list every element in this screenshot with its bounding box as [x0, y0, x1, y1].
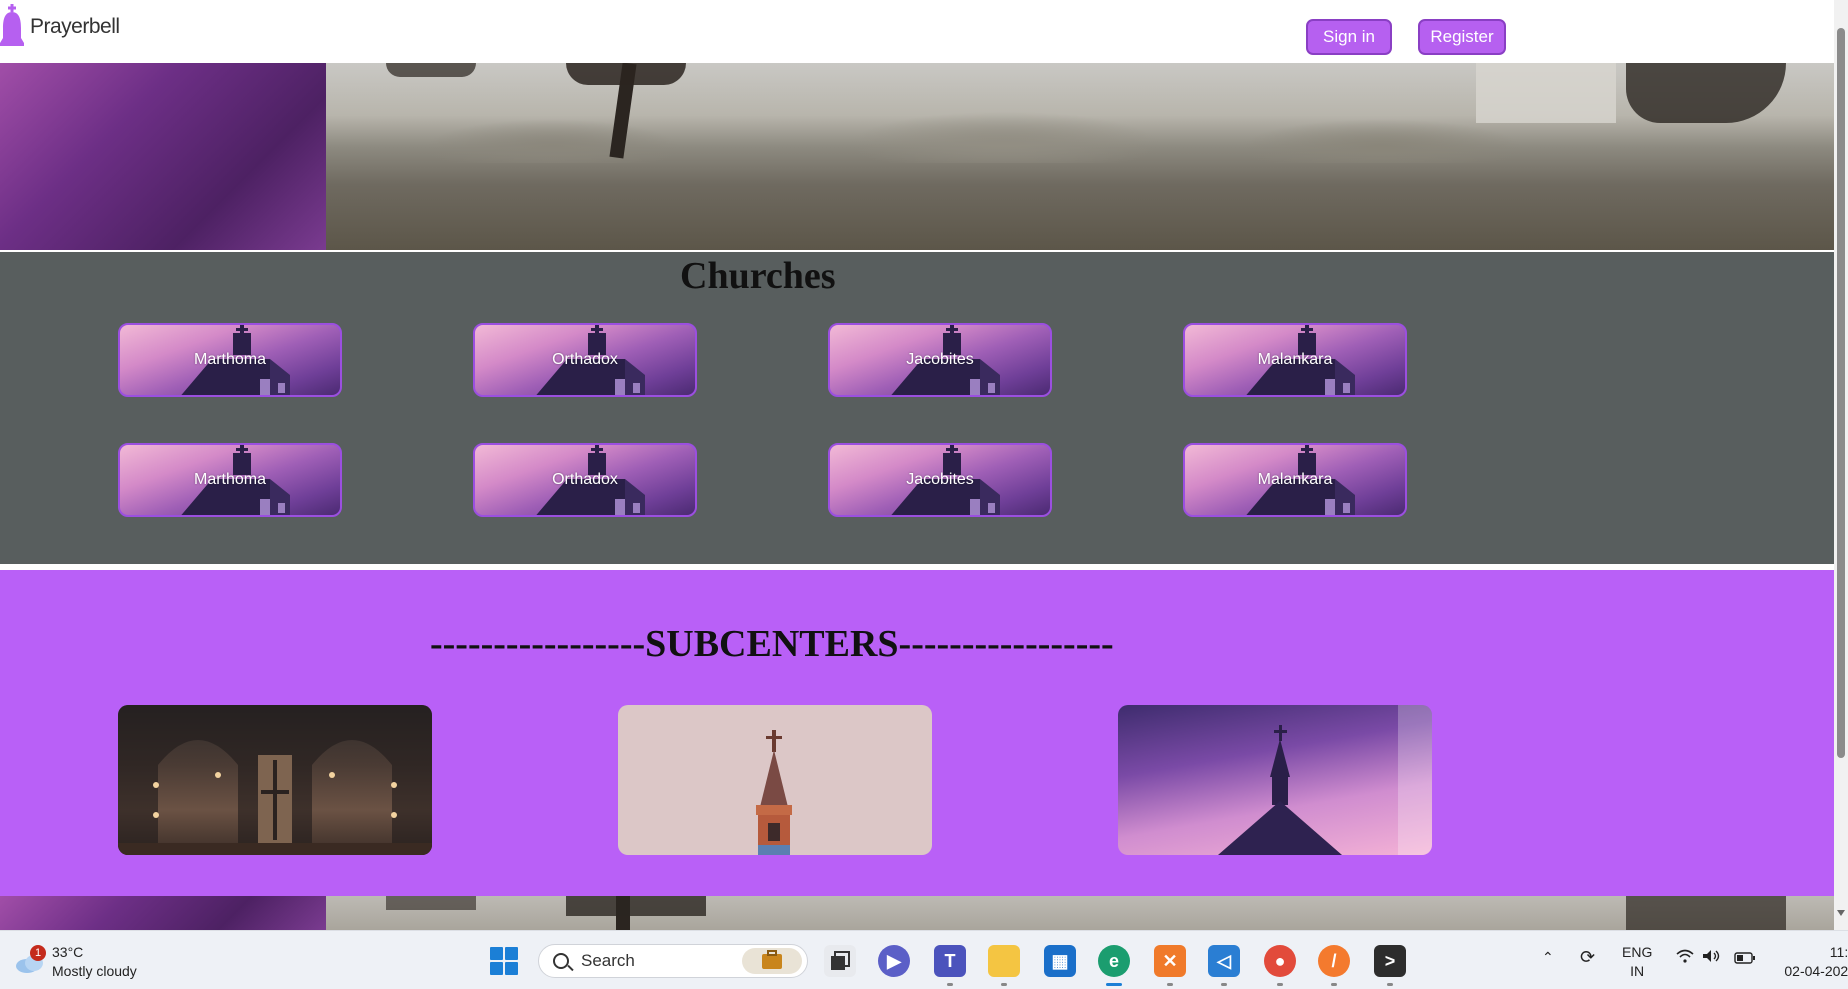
search-highlight-icon[interactable] [742, 948, 802, 974]
subcenter-card-steeple[interactable] [618, 705, 932, 855]
hero-purple-panel [0, 63, 326, 250]
language-indicator[interactable]: ENG IN [1622, 943, 1652, 981]
postman-icon[interactable]: / [1318, 945, 1350, 977]
sign-in-button[interactable]: Sign in [1306, 19, 1392, 55]
store-icon[interactable]: ▦ [1044, 945, 1076, 977]
church-card-label: Malankara [1257, 471, 1333, 488]
church-card-label: Marthoma [193, 471, 267, 488]
register-button[interactable]: Register [1418, 19, 1506, 55]
church-steeple-image [756, 730, 792, 855]
scroll-down-arrow-icon[interactable] [1837, 910, 1845, 916]
subcenters-section: -----------------SUBCENTERS-------------… [0, 570, 1834, 896]
footer-banner [0, 896, 1834, 930]
weather-alert-badge: 1 [30, 945, 46, 961]
subcenter-card-sunset-church[interactable] [1118, 705, 1432, 855]
chrome-icon[interactable]: ● [1264, 945, 1296, 977]
church-card[interactable]: Orthadox [473, 323, 697, 397]
chevron-up-icon[interactable]: ⌃ [1542, 949, 1554, 966]
temperature: 33°C [52, 944, 84, 960]
browser-viewport: Prayerbell Sign in Register Churches Mar… [0, 0, 1848, 930]
church-card-label: Orthadox [552, 471, 618, 488]
chat-icon[interactable]: ▶ [878, 945, 910, 977]
church-card[interactable]: Jacobites [828, 443, 1052, 517]
churches-heading: Churches [680, 255, 836, 297]
church-card[interactable]: Orthadox [473, 443, 697, 517]
church-card[interactable]: Marthoma [118, 443, 342, 517]
search-label: Search [581, 951, 635, 970]
site-header: Prayerbell Sign in Register [0, 0, 1834, 63]
windows-start-icon[interactable] [490, 947, 518, 975]
sync-icon[interactable]: ⟳ [1580, 947, 1595, 968]
church-card[interactable]: Jacobites [828, 323, 1052, 397]
system-clock[interactable]: 11:0 02-04-2024 [1776, 943, 1848, 981]
cloud-icon: 1 [14, 945, 48, 975]
active-app-indicator [1106, 983, 1122, 986]
hero-landscape-image [326, 63, 1834, 250]
task-view-icon[interactable] [824, 945, 856, 977]
cathedral-interior-image [118, 705, 432, 855]
subcenter-card-cathedral[interactable] [118, 705, 432, 855]
bell-icon [0, 4, 24, 46]
church-card[interactable]: Marthoma [118, 323, 342, 397]
church-card-label: Jacobites [906, 471, 974, 488]
vscode-icon[interactable]: ◁ [1208, 945, 1240, 977]
edge-browser-icon[interactable]: e [1098, 945, 1130, 977]
weather-description: Mostly cloudy [52, 963, 137, 979]
file-explorer-icon[interactable] [988, 945, 1020, 977]
terminal-icon[interactable]: > [1374, 945, 1406, 977]
church-sunset-image [1218, 705, 1432, 855]
churches-section: Churches Marthoma Orthadox Jacobites Malank… [0, 252, 1834, 564]
church-card-label: Marthoma [193, 351, 267, 368]
volume-icon[interactable] [1702, 949, 1722, 966]
weather-widget[interactable]: 1 33°C Mostly cloudy [14, 943, 137, 981]
scroll-thumb[interactable] [1837, 28, 1845, 758]
wifi-icon[interactable] [1676, 949, 1694, 966]
xampp-icon[interactable]: ✕ [1154, 945, 1186, 977]
logo-text: Prayerbell [30, 15, 120, 38]
page-scrollbar[interactable] [1834, 0, 1848, 930]
church-card-label: Orthadox [552, 351, 618, 368]
search-icon [553, 953, 569, 969]
church-card[interactable]: Malankara [1183, 323, 1407, 397]
windows-taskbar: 1 33°C Mostly cloudy Search ▶ T ▦ e ✕ ◁ … [0, 930, 1848, 989]
church-card-label: Jacobites [906, 351, 974, 368]
site-logo[interactable]: Prayerbell [0, 2, 120, 52]
subcenters-heading: -----------------SUBCENTERS-------------… [430, 623, 1114, 665]
church-card[interactable]: Malankara [1183, 443, 1407, 517]
church-card-label: Malankara [1257, 351, 1333, 368]
battery-icon[interactable] [1734, 951, 1756, 967]
teams-icon[interactable]: T [934, 945, 966, 977]
hero-banner [0, 63, 1834, 250]
